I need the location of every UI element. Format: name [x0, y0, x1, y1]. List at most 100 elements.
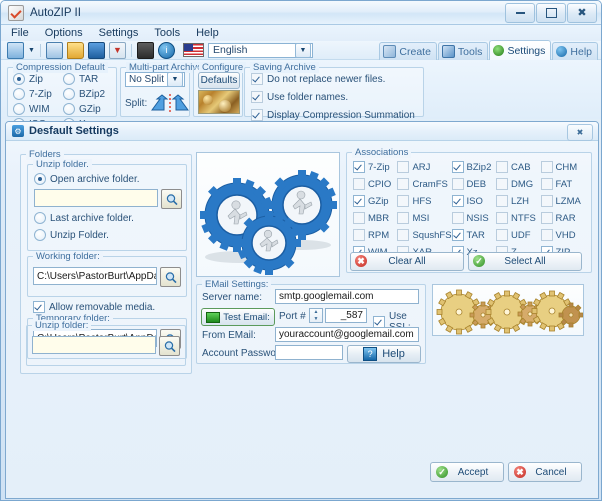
server-name-input[interactable]: smtp.googlemail.com	[275, 289, 419, 304]
assoc-rar-label: RAR	[555, 212, 576, 224]
assoc-rar[interactable]: RAR	[540, 212, 585, 224]
defaults-button[interactable]: Defaults	[198, 72, 240, 89]
radio-7zip[interactable]: 7-Zip	[13, 88, 52, 100]
select-all-button[interactable]: ✓ Select All	[468, 252, 582, 271]
disk-icon[interactable]	[137, 41, 154, 59]
toolbar-separator	[40, 43, 41, 57]
menu-options[interactable]: Options	[45, 27, 83, 39]
browse-folder-icon	[164, 340, 176, 352]
from-email-label: From EMail:	[202, 330, 256, 341]
radio-wim[interactable]: WIM	[13, 103, 52, 115]
open-folder-icon[interactable]	[67, 41, 84, 59]
radio-bzip2-icon	[63, 88, 75, 100]
menu-file[interactable]: File	[11, 27, 29, 39]
assoc-bzip2[interactable]: BZip2	[451, 161, 496, 173]
from-email-input[interactable]: youraccount@googlemail.com	[275, 327, 419, 342]
assoc-cramfs-label: CramFS	[412, 178, 448, 190]
checkbox-allow-removable-media[interactable]: Allow removable media.	[33, 301, 155, 313]
stepper-up-icon[interactable]: ▲	[310, 309, 322, 315]
stepper-down-icon[interactable]: ▼	[310, 316, 322, 322]
radio-open-archive-folder[interactable]: Open archive folder.	[34, 173, 140, 185]
assoc-dmg[interactable]: DMG	[496, 178, 540, 190]
assoc-chm[interactable]: CHM	[540, 161, 585, 173]
assoc-udf-label: UDF	[511, 229, 531, 241]
browse-unzip-folder-button[interactable]	[159, 336, 180, 356]
configure-thumbnail[interactable]	[198, 90, 240, 114]
browse-open-archive-button[interactable]	[161, 189, 182, 209]
language-combo[interactable]: English ▼	[208, 42, 313, 58]
unzip-folder-input[interactable]	[32, 336, 156, 354]
checkbox-use-folder-names[interactable]: Use folder names.	[251, 91, 415, 103]
checkbox-display-summation[interactable]: Display Compression Summation	[251, 109, 415, 121]
close-button[interactable]: ✖	[567, 3, 597, 23]
assoc-ntfs[interactable]: NTFS	[496, 212, 540, 224]
assoc-tar[interactable]: TAR	[451, 229, 496, 241]
dialog-close-button[interactable]: ✖	[567, 124, 593, 141]
radio-zip[interactable]: Zip	[13, 73, 52, 85]
info-icon[interactable]: i	[158, 41, 175, 59]
radio-unzip-folder-icon	[34, 229, 46, 241]
assoc-arj[interactable]: ARJ	[397, 161, 451, 173]
assoc-cpio-checkbox-icon	[353, 178, 365, 190]
tab-settings[interactable]: Settings	[489, 40, 552, 60]
working-folder-input[interactable]: C:\Users\PastorBurt\AppData\Local\Au	[33, 267, 157, 285]
assoc-7zip[interactable]: 7-Zip	[353, 161, 397, 173]
checkbox-do-not-replace[interactable]: Do not replace newer files.	[251, 73, 415, 85]
tab-tools[interactable]: Tools	[437, 42, 489, 60]
unzip-folder-group: Unzip folder:	[26, 320, 186, 366]
split-combo[interactable]: No Split ▼	[125, 72, 185, 87]
maximize-button[interactable]	[536, 3, 566, 23]
assoc-cpio[interactable]: CPIO	[353, 178, 397, 190]
radio-last-archive-folder[interactable]: Last archive folder.	[34, 212, 134, 224]
port-stepper[interactable]: ▲ ▼	[309, 308, 323, 323]
clear-all-button[interactable]: ✖ Clear All	[350, 252, 464, 271]
email-settings-title: EMail Settings:	[202, 279, 272, 290]
assoc-cab[interactable]: CAB	[496, 161, 540, 173]
assoc-cramfs[interactable]: CramFS	[397, 178, 451, 190]
compression-default-group: Compression Default Zip 7-Zip WIM ISO TA…	[7, 62, 117, 130]
assoc-iso[interactable]: ISO	[451, 195, 496, 207]
menu-settings[interactable]: Settings	[99, 27, 139, 39]
assoc-fat[interactable]: FAT	[540, 178, 585, 190]
account-password-input[interactable]	[275, 345, 343, 360]
menu-help[interactable]: Help	[196, 27, 219, 39]
cancel-button[interactable]: ✖ Cancel	[508, 462, 582, 482]
open-archive-folder-input[interactable]	[34, 189, 158, 207]
assoc-udf[interactable]: UDF	[496, 229, 540, 241]
tab-help[interactable]: Help	[552, 42, 598, 60]
dropdown-arrow-icon[interactable]: ▼	[28, 43, 35, 58]
assoc-mbr[interactable]: MBR	[353, 212, 397, 224]
assoc-msi[interactable]: MSI	[397, 212, 451, 224]
new-archive-icon[interactable]	[7, 41, 24, 59]
minimize-button[interactable]	[505, 3, 535, 23]
chevron-down-icon[interactable]: ▼	[167, 72, 183, 87]
help-button[interactable]: ? Help	[347, 345, 421, 363]
assoc-lzh[interactable]: LZH	[496, 195, 540, 207]
assoc-squshfs[interactable]: SqushFS	[397, 229, 452, 241]
toolbar-separator	[131, 43, 132, 57]
tab-create[interactable]: Create	[379, 42, 437, 60]
assoc-deb[interactable]: DEB	[451, 178, 496, 190]
save-icon[interactable]	[88, 41, 105, 59]
assoc-vhd-label: VHD	[555, 229, 576, 241]
assoc-vhd[interactable]: VHD	[540, 229, 585, 241]
assoc-rpm[interactable]: RPM	[353, 229, 397, 241]
radio-tar[interactable]: TAR	[63, 73, 105, 85]
assoc-nsis[interactable]: NSIS	[451, 212, 496, 224]
radio-bzip2[interactable]: BZip2	[63, 88, 105, 100]
extract-icon[interactable]	[46, 41, 63, 59]
chevron-down-icon[interactable]: ▼	[295, 42, 311, 58]
cancel-icon: ✖	[514, 466, 526, 478]
assoc-gzip[interactable]: GZip	[353, 195, 397, 207]
assoc-lzma[interactable]: LZMA	[540, 195, 585, 207]
port-input[interactable]: _587	[325, 308, 367, 323]
menu-tools[interactable]: Tools	[154, 27, 180, 39]
test-email-button[interactable]: Test Email:	[201, 308, 275, 326]
filter-icon[interactable]: ▼	[109, 41, 126, 59]
accept-button[interactable]: ✓ Accept	[430, 462, 504, 482]
assoc-hfs[interactable]: HFS	[397, 195, 451, 207]
cancel-label: Cancel	[535, 466, 567, 478]
radio-gzip[interactable]: GZip	[63, 103, 105, 115]
radio-unzip-folder[interactable]: Unzip Folder.	[34, 229, 109, 241]
browse-working-folder-button[interactable]	[160, 267, 181, 287]
